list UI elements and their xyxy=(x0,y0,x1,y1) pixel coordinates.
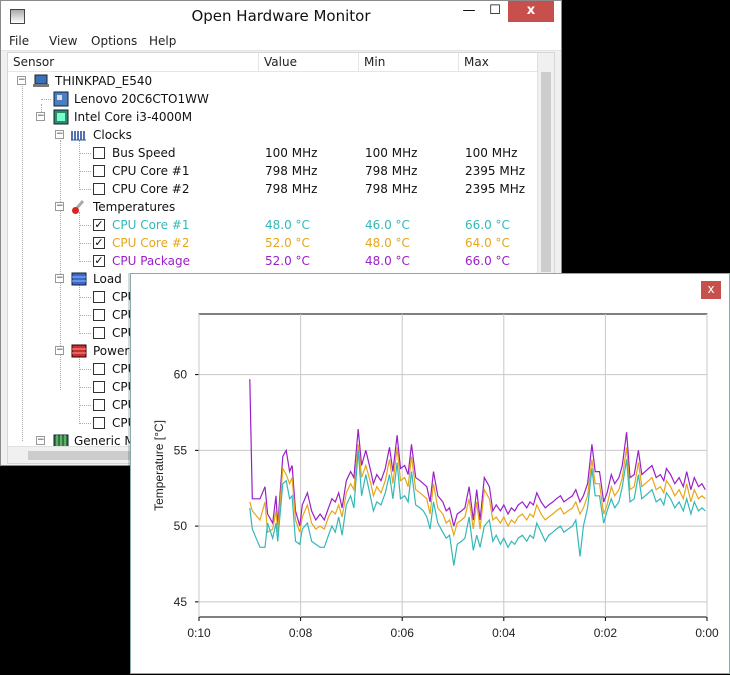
sensor-name: CPU Core #2 xyxy=(112,182,190,196)
sensor-min: 798 MHz xyxy=(365,182,418,196)
menu-view[interactable]: View xyxy=(49,34,77,48)
sensor-row-clock-core1[interactable]: CPU Core #1 798 MHz 798 MHz 2395 MHz xyxy=(8,162,554,180)
y-tick-label: 45 xyxy=(174,595,188,609)
sensor-max: 2395 MHz xyxy=(465,182,526,196)
plot-checkbox[interactable] xyxy=(93,183,105,195)
column-header: Sensor Value Min Max xyxy=(8,53,554,72)
sensor-value: 48.0 °C xyxy=(265,218,310,232)
scroll-thumb[interactable] xyxy=(541,72,551,272)
sensor-row-clock-core2[interactable]: CPU Core #2 798 MHz 798 MHz 2395 MHz xyxy=(8,180,554,198)
sensor-name: CPU Core #1 xyxy=(112,164,190,178)
tree-node-computer[interactable]: − THINKPAD_E540 xyxy=(8,72,554,90)
plot-checkbox[interactable] xyxy=(93,309,105,321)
y-tick-label: 60 xyxy=(174,368,188,382)
sensor-value: 798 MHz xyxy=(265,182,318,196)
sensor-min: 46.0 °C xyxy=(365,218,410,232)
x-tick-label: 0:04 xyxy=(492,626,516,640)
x-tick-label: 0:02 xyxy=(594,626,618,640)
title-bar[interactable]: Open Hardware Monitor — ☐ x xyxy=(1,1,561,32)
sensor-value: 100 MHz xyxy=(265,146,318,160)
mainboard-icon xyxy=(53,91,69,107)
sensor-name: CPU Package xyxy=(112,254,190,268)
menu-help[interactable]: Help xyxy=(149,34,176,48)
sensor-row-temp-core1[interactable]: ✓ CPU Core #1 48.0 °C 46.0 °C 66.0 °C xyxy=(8,216,554,234)
collapse-icon[interactable]: − xyxy=(55,130,64,139)
menu-bar: File View Options Help xyxy=(1,32,561,51)
tree-group-temperatures[interactable]: − Temperatures xyxy=(8,198,554,216)
plot-checkbox[interactable]: ✓ xyxy=(93,237,105,249)
plot-checkbox[interactable] xyxy=(93,147,105,159)
node-label: Load xyxy=(93,272,122,286)
y-tick-label: 50 xyxy=(174,519,188,533)
column-value[interactable]: Value xyxy=(264,55,297,69)
plot-checkbox[interactable] xyxy=(93,399,105,411)
cpu-icon xyxy=(53,109,69,125)
node-label: Clocks xyxy=(93,128,132,142)
y-axis-label: Temperature [°C] xyxy=(152,420,166,511)
x-tick-label: 0:10 xyxy=(187,626,211,640)
menu-options[interactable]: Options xyxy=(91,34,137,48)
clock-icon xyxy=(71,131,86,141)
x-tick-label: 0:00 xyxy=(695,626,719,640)
sensor-row-bus-speed[interactable]: Bus Speed 100 MHz 100 MHz 100 MHz xyxy=(8,144,554,162)
tree-node-cpu[interactable]: − Intel Core i3-4000M xyxy=(8,108,554,126)
sensor-value: 52.0 °C xyxy=(265,236,310,250)
sensor-max: 100 MHz xyxy=(465,146,518,160)
y-tick-label: 55 xyxy=(174,443,188,457)
menu-file[interactable]: File xyxy=(9,34,29,48)
sensor-value: 52.0 °C xyxy=(265,254,310,268)
collapse-icon[interactable]: − xyxy=(36,112,45,121)
plot-checkbox[interactable] xyxy=(93,291,105,303)
node-label: Lenovo 20C6CTO1WW xyxy=(74,92,209,106)
sensor-min: 48.0 °C xyxy=(365,254,410,268)
collapse-icon[interactable]: − xyxy=(55,202,64,211)
sensor-max: 66.0 °C xyxy=(465,218,510,232)
sensor-min: 100 MHz xyxy=(365,146,418,160)
plot-checkbox[interactable] xyxy=(93,417,105,429)
plot-checkbox[interactable] xyxy=(93,327,105,339)
minimize-button[interactable]: — xyxy=(456,1,482,22)
plot-checkbox[interactable]: ✓ xyxy=(93,255,105,267)
column-sensor[interactable]: Sensor xyxy=(13,55,54,69)
sensor-min: 798 MHz xyxy=(365,164,418,178)
plot-checkbox[interactable] xyxy=(93,381,105,393)
scroll-thumb[interactable] xyxy=(28,451,138,460)
x-tick-label: 0:08 xyxy=(289,626,313,640)
plot-checkbox[interactable]: ✓ xyxy=(93,219,105,231)
node-label: Temperatures xyxy=(93,200,176,214)
sensor-min: 48.0 °C xyxy=(365,236,410,250)
sensor-name: Bus Speed xyxy=(112,146,176,160)
sensor-max: 64.0 °C xyxy=(465,236,510,250)
plot-checkbox[interactable] xyxy=(93,165,105,177)
sensor-name: CPU Core #1 xyxy=(112,218,190,232)
maximize-button[interactable]: ☐ xyxy=(482,1,508,22)
sensor-name: CPU Core #2 xyxy=(112,236,190,250)
column-max[interactable]: Max xyxy=(464,55,489,69)
temperature-chart: 45 50 55 60 0:10 0:08 0:06 0:04 0:02 0:00 Temperat… xyxy=(152,313,719,640)
collapse-icon[interactable]: − xyxy=(17,76,26,85)
collapse-icon[interactable]: − xyxy=(55,346,64,355)
laptop-icon xyxy=(33,74,49,87)
tree-node-mainboard[interactable]: Lenovo 20C6CTO1WW xyxy=(8,90,554,108)
plot-window: x 45 50 55 60 0:10 0:08 0:06 0:04 0:02 0:00 Temper… xyxy=(130,273,730,674)
plot-area xyxy=(198,313,708,618)
sensor-value: 798 MHz xyxy=(265,164,318,178)
load-icon xyxy=(71,272,87,286)
sensor-row-temp-package[interactable]: ✓ CPU Package 52.0 °C 48.0 °C 66.0 °C xyxy=(8,252,554,270)
collapse-icon[interactable]: − xyxy=(55,274,64,283)
sensor-max: 66.0 °C xyxy=(465,254,510,268)
tree-group-clocks[interactable]: − Clocks xyxy=(8,126,554,144)
thermometer-icon xyxy=(72,200,85,214)
node-label: THINKPAD_E540 xyxy=(55,74,153,88)
x-tick-label: 0:06 xyxy=(391,626,415,640)
node-label: Intel Core i3-4000M xyxy=(74,110,193,124)
column-min[interactable]: Min xyxy=(364,55,385,69)
plot-checkbox[interactable] xyxy=(93,363,105,375)
close-button[interactable]: x xyxy=(508,1,554,22)
sensor-max: 2395 MHz xyxy=(465,164,526,178)
power-icon xyxy=(71,344,87,358)
expand-icon[interactable]: − xyxy=(36,436,45,445)
sensor-row-temp-core2[interactable]: ✓ CPU Core #2 52.0 °C 48.0 °C 64.0 °C xyxy=(8,234,554,252)
